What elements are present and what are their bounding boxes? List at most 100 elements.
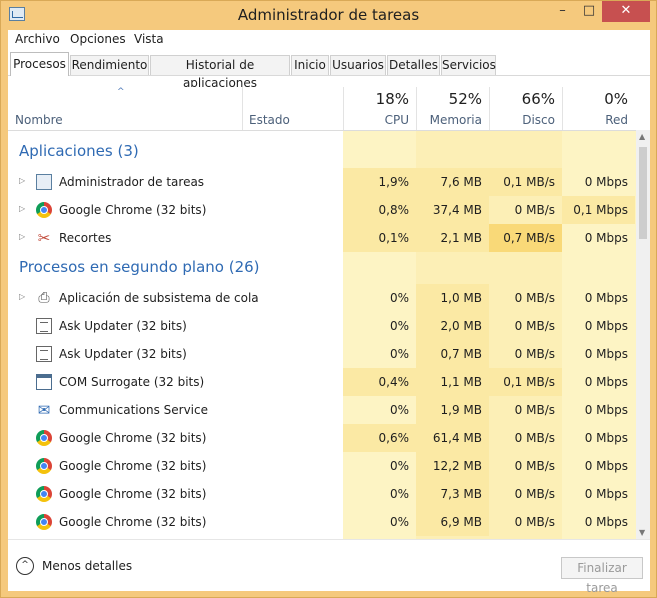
expand-icon[interactable]: ▷ — [19, 176, 25, 185]
vertical-scrollbar[interactable]: ▲ ▼ — [636, 130, 650, 539]
document-icon — [36, 346, 52, 362]
cpu-total[interactable]: 18% — [343, 90, 409, 108]
column-divider[interactable] — [242, 87, 243, 130]
scroll-up-icon[interactable]: ▲ — [639, 132, 645, 141]
disk-value: 0,1 MB/s — [489, 168, 562, 196]
mem-value: 37,4 MB — [416, 196, 489, 224]
net-value: 0 Mbps — [584, 515, 628, 529]
col-header-name[interactable]: Nombre — [15, 113, 63, 127]
process-name: Recortes — [59, 231, 112, 245]
cpu-value: 0% — [389, 403, 409, 417]
table-row[interactable]: Google Chrome (32 bits) 0% 7,3 MB 0 MB/s 0 M… — [8, 480, 636, 508]
mem-value: 2,1 MB — [416, 224, 489, 252]
net-value: 0 Mbps — [584, 347, 628, 361]
disk-value: 0 MB/s — [514, 459, 555, 473]
tab-strip: Procesos Rendimiento Historial de aplica… — [8, 52, 650, 90]
group-title: Aplicaciones (3) — [19, 142, 139, 160]
disk-value: 0 MB/s — [514, 431, 555, 445]
task-manager-icon — [36, 174, 52, 190]
col-header-network[interactable]: Red — [562, 113, 628, 127]
process-name: Google Chrome (32 bits) — [59, 515, 207, 529]
tab-detalles[interactable]: Detalles — [387, 55, 440, 75]
menu-bar: Archivo Opciones Vista — [8, 30, 650, 50]
table-row[interactable]: Ask Updater (32 bits) 0% 2,0 MB 0 MB/s 0 Mbp… — [8, 312, 636, 340]
tab-inicio[interactable]: Inicio — [291, 55, 329, 75]
net-value: 0 Mbps — [584, 431, 628, 445]
disk-value: 0 MB/s — [514, 291, 555, 305]
col-header-status[interactable]: Estado — [249, 113, 290, 127]
process-name: Google Chrome (32 bits) — [59, 203, 207, 217]
table-row[interactable]: Google Chrome (32 bits) 0% 6,9 MB 0 MB/s 0 M… — [8, 508, 636, 536]
close-button[interactable]: ✕ — [602, 1, 650, 22]
tab-usuarios[interactable]: Usuarios — [330, 55, 386, 75]
table-row[interactable]: ▷ ✂ Recortes 0,1% 2,1 MB 0,7 MB/s 0 Mbps — [8, 224, 636, 252]
footer-bar: ^ Menos detalles Finalizar tarea — [8, 539, 650, 595]
disk-value: 0 MB/s — [514, 403, 555, 417]
process-name: Ask Updater (32 bits) — [59, 347, 187, 361]
net-value: 0 Mbps — [584, 175, 628, 189]
col-header-memory[interactable]: Memoria — [416, 113, 482, 127]
disk-value: 0,7 MB/s — [489, 224, 562, 252]
net-value: 0 Mbps — [584, 487, 628, 501]
printer-icon: ⎙ — [38, 290, 50, 306]
expand-icon[interactable]: ▷ — [19, 204, 25, 213]
net-value: 0 Mbps — [584, 291, 628, 305]
chevron-up-icon[interactable]: ^ — [16, 557, 34, 575]
cpu-value: 0% — [389, 319, 409, 333]
tab-historial[interactable]: Historial de aplicaciones — [150, 55, 290, 90]
cpu-value: 0,4% — [343, 368, 416, 396]
menu-archivo[interactable]: Archivo — [15, 32, 60, 46]
table-row[interactable]: Google Chrome (32 bits) 0,6% 61,4 MB 0 MB/s… — [8, 424, 636, 452]
table-row[interactable]: Google Chrome (32 bits) 0% 12,2 MB 0 MB/s 0 … — [8, 452, 636, 480]
cpu-value: 1,9% — [343, 168, 416, 196]
tab-procesos[interactable]: Procesos — [10, 52, 69, 76]
process-name: Ask Updater (32 bits) — [59, 319, 187, 333]
cpu-value: 0% — [389, 459, 409, 473]
table-row[interactable]: ▷ Administrador de tareas 1,9% 7,6 MB 0,1 MB… — [8, 168, 636, 196]
mem-value: 1,9 MB — [416, 396, 489, 424]
process-name: Google Chrome (32 bits) — [59, 431, 207, 445]
mem-value: 1,1 MB — [416, 368, 489, 396]
disk-value: 0,1 MB/s — [489, 368, 562, 396]
client-area: Archivo Opciones Vista Procesos Rendimie… — [8, 30, 650, 595]
scroll-thumb[interactable] — [639, 147, 647, 239]
net-value: 0 Mbps — [584, 231, 628, 245]
disk-total[interactable]: 66% — [489, 90, 555, 108]
process-name: Administrador de tareas — [59, 175, 205, 189]
net-value: 0 Mbps — [584, 319, 628, 333]
mem-value: 7,3 MB — [416, 480, 489, 508]
net-value: 0,1 Mbps — [562, 196, 635, 224]
menu-opciones[interactable]: Opciones — [70, 32, 126, 46]
group-title: Procesos en segundo plano (26) — [19, 258, 260, 276]
col-header-cpu[interactable]: CPU — [343, 113, 409, 127]
net-value: 0 Mbps — [584, 375, 628, 389]
process-name: COM Surrogate (32 bits) — [59, 375, 205, 389]
net-value: 0 Mbps — [584, 459, 628, 473]
process-grid: ^ Nombre Estado 18% CPU 52% Memoria 66% … — [8, 87, 650, 539]
mail-icon: ✉ — [37, 401, 51, 419]
scroll-down-icon[interactable]: ▼ — [639, 528, 645, 537]
table-row[interactable]: ✉ Communications Service 0% 1,9 MB 0 MB/s 0 M… — [8, 396, 636, 424]
table-row[interactable]: ▷ Google Chrome (32 bits) 0,8% 37,4 MB 0 MB/… — [8, 196, 636, 224]
menu-vista[interactable]: Vista — [134, 32, 164, 46]
less-details-link[interactable]: Menos detalles — [42, 559, 132, 573]
mem-value: 61,4 MB — [416, 424, 489, 452]
net-value: 0 Mbps — [584, 403, 628, 417]
task-manager-window: Administrador de tareas – □ ✕ Archivo Op… — [0, 0, 657, 598]
maximize-button[interactable]: □ — [576, 1, 602, 22]
end-task-button[interactable]: Finalizar tarea — [561, 557, 643, 595]
expand-icon[interactable]: ▷ — [19, 292, 25, 301]
col-header-disk[interactable]: Disco — [489, 113, 555, 127]
table-row[interactable]: COM Surrogate (32 bits) 0,4% 1,1 MB 0,1 MB/… — [8, 368, 636, 396]
minimize-button[interactable]: – — [549, 1, 576, 22]
title-bar[interactable]: Administrador de tareas – □ ✕ — [1, 1, 656, 29]
table-row[interactable]: ▷ ⎙ Aplicación de subsistema de cola 0% 1,0 … — [8, 284, 636, 312]
cpu-value: 0% — [389, 291, 409, 305]
memory-total[interactable]: 52% — [416, 90, 482, 108]
tab-servicios[interactable]: Servicios — [441, 55, 496, 75]
network-total[interactable]: 0% — [562, 90, 628, 108]
process-name: Google Chrome (32 bits) — [59, 487, 207, 501]
expand-icon[interactable]: ▷ — [19, 232, 25, 241]
tab-rendimiento[interactable]: Rendimiento — [70, 55, 149, 75]
table-row[interactable]: Ask Updater (32 bits) 0% 0,7 MB 0 MB/s 0 Mbp… — [8, 340, 636, 368]
